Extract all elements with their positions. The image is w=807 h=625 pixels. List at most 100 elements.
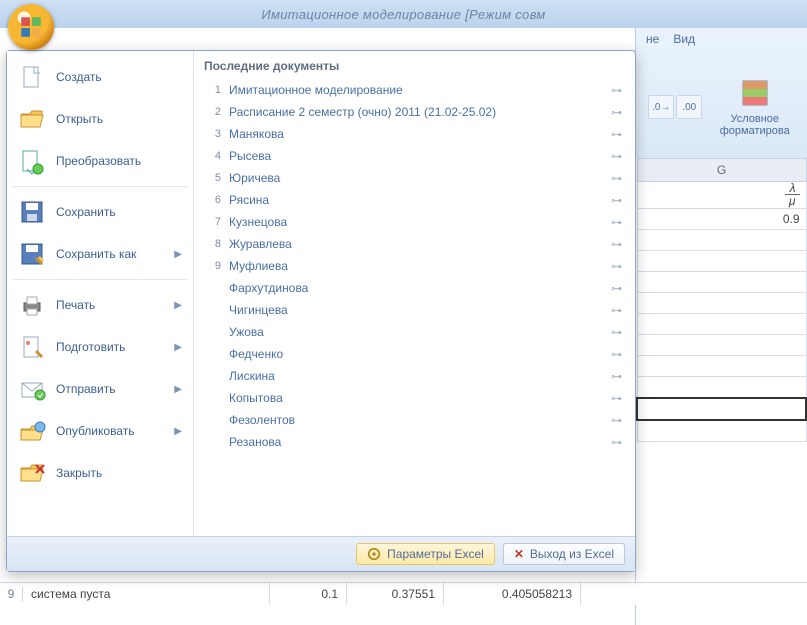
cell-g-value[interactable]: 0.9 (637, 209, 806, 230)
recent-document-item[interactable]: Лискина ⊶ (204, 365, 625, 387)
recent-item-name: Лискина (229, 369, 603, 383)
menu-item-label: Создать (56, 70, 102, 84)
recent-document-item[interactable]: Фезолентов⊶ (204, 409, 625, 431)
recent-document-item[interactable]: Резанова⊶ (204, 431, 625, 453)
menu-item-publish[interactable]: Опубликовать▶ (11, 411, 189, 451)
worksheet[interactable]: G λμ 0.9 (635, 158, 807, 625)
cell-c9[interactable]: 0.37551 (347, 583, 444, 605)
pin-icon[interactable]: ⊶ (611, 304, 622, 317)
pin-icon[interactable]: ⊶ (611, 392, 622, 405)
pin-icon[interactable]: ⊶ (611, 260, 622, 273)
cell-empty-8[interactable] (637, 377, 806, 399)
active-cell[interactable] (637, 398, 806, 420)
office-menu-commands: Создать Открыть Преобразовать Сохранить Сохр… (7, 51, 194, 536)
menu-item-label: Отправить (56, 382, 116, 396)
menu-item-open[interactable]: Открыть (11, 99, 189, 139)
cell-empty-7[interactable] (637, 356, 806, 377)
cell-empty-9[interactable] (637, 420, 806, 442)
pin-icon[interactable]: ⊶ (611, 326, 622, 339)
recent-item-name: Федченко (229, 347, 603, 361)
cell-empty-5[interactable] (637, 314, 806, 335)
menu-item-save[interactable]: Сохранить (11, 192, 189, 232)
recent-document-item[interactable]: 7Кузнецова⊶ (204, 211, 625, 233)
pin-icon[interactable]: ⊶ (611, 84, 622, 97)
menu-item-saveas[interactable]: Сохранить как▶ (11, 234, 189, 274)
recent-item-name: Рысева (229, 149, 603, 163)
recent-item-number: 3 (207, 128, 221, 140)
recent-item-name: Юричева (229, 171, 603, 185)
cell-empty-3[interactable] (637, 272, 806, 293)
visible-bottom-row: 9 система пуста 0.1 0.37551 0.405058213 (0, 582, 807, 605)
recent-document-item[interactable]: 9Муфлиева⊶ (204, 255, 625, 277)
increase-decimal-button[interactable]: .0→ (648, 95, 674, 119)
menu-item-label: Подготовить (56, 340, 125, 354)
menu-item-prepare[interactable]: Подготовить ▶ (11, 327, 189, 367)
recent-document-item[interactable]: 4 Рысева ⊶ (204, 145, 625, 167)
recent-document-item[interactable]: Ужова⊶ (204, 321, 625, 343)
cell-a9[interactable]: система пуста (23, 583, 270, 605)
pin-icon[interactable]: ⊶ (611, 128, 622, 141)
exit-excel-label: Выход из Excel (530, 547, 614, 561)
ribbon-tab-1[interactable]: не (646, 32, 659, 56)
recent-item-name: Имитационное моделирование (229, 83, 603, 97)
recent-document-item[interactable]: Копытова ⊶ (204, 387, 625, 409)
recent-item-number: 4 (207, 150, 221, 162)
decimal-buttons: .0→ .00 (648, 95, 702, 119)
office-button[interactable] (8, 4, 54, 50)
recent-document-item[interactable]: 2Расписание 2 семестр (очно) 2011 (21.02… (204, 101, 625, 123)
exit-excel-button[interactable]: ✕ Выход из Excel (503, 543, 625, 565)
recent-document-item[interactable]: 3Манякова⊶ (204, 123, 625, 145)
recent-document-item[interactable]: 6Рясина⊶ (204, 189, 625, 211)
cell-empty-6[interactable] (637, 335, 806, 356)
ribbon: не Вид .0→ .00 Условное форматирова (635, 28, 807, 158)
menu-item-label: Сохранить как (56, 247, 136, 261)
recent-item-name: Копытова (229, 391, 603, 405)
recent-document-item[interactable]: 8Журавлева⊶ (204, 233, 625, 255)
menu-item-send[interactable]: Отправить▶ (11, 369, 189, 409)
recent-documents-title: Последние документы (204, 59, 625, 73)
pin-icon[interactable]: ⊶ (611, 370, 622, 383)
pin-icon[interactable]: ⊶ (611, 282, 622, 295)
pin-icon[interactable]: ⊶ (611, 348, 622, 361)
decrease-decimal-button[interactable]: .00 (676, 95, 702, 119)
pin-icon[interactable]: ⊶ (611, 194, 622, 207)
conditional-formatting-button[interactable]: Условное форматирова (715, 72, 795, 142)
cell-empty-4[interactable] (637, 293, 806, 314)
cell-empty-1[interactable] (637, 230, 806, 251)
cell-b9[interactable]: 0.1 (270, 583, 347, 605)
office-menu-footer: Параметры Excel ✕ Выход из Excel (7, 536, 635, 571)
conditional-formatting-icon (739, 77, 771, 109)
recent-document-item[interactable]: Федченко ⊶ (204, 343, 625, 365)
excel-options-button[interactable]: Параметры Excel (356, 543, 495, 565)
submenu-arrow-icon: ▶ (174, 342, 182, 353)
menu-item-label: Открыть (56, 112, 103, 126)
cell-fraction[interactable]: λμ (637, 182, 806, 209)
recent-item-number: 6 (207, 194, 221, 206)
pin-icon[interactable]: ⊶ (611, 106, 622, 119)
pin-icon[interactable]: ⊶ (611, 150, 622, 163)
recent-documents-panel: Последние документы 1 Имитационное модели… (194, 51, 635, 536)
row-header-9[interactable]: 9 (0, 587, 23, 601)
office-orb-icon (18, 14, 44, 40)
recent-item-number: 1 (207, 84, 221, 96)
recent-document-item[interactable]: Фархутдинова⊶ (204, 277, 625, 299)
pin-icon[interactable]: ⊶ (611, 436, 622, 449)
cell-d9[interactable]: 0.405058213 (444, 583, 581, 605)
recent-document-item[interactable]: Чигинцева⊶ (204, 299, 625, 321)
pin-icon[interactable]: ⊶ (611, 414, 622, 427)
menu-item-convert[interactable]: Преобразовать (11, 141, 189, 181)
menu-item-print[interactable]: Печать▶ (11, 285, 189, 325)
menu-item-new[interactable]: Создать (11, 57, 189, 97)
pin-icon[interactable]: ⊶ (611, 216, 622, 229)
pin-icon[interactable]: ⊶ (611, 172, 622, 185)
pin-icon[interactable]: ⊶ (611, 238, 622, 251)
recent-item-number: 9 (207, 260, 221, 272)
menu-item-label: Сохранить (56, 205, 116, 219)
recent-document-item[interactable]: 5Юричева⊶ (204, 167, 625, 189)
recent-document-item[interactable]: 1 Имитационное моделирование ⊶ (204, 79, 625, 101)
menu-item-label: Закрыть (56, 466, 102, 480)
menu-item-close[interactable]: Закрыть (11, 453, 189, 493)
ribbon-tab-2[interactable]: Вид (673, 32, 695, 56)
cell-empty-2[interactable] (637, 251, 806, 272)
col-header-g[interactable]: G (637, 159, 806, 182)
